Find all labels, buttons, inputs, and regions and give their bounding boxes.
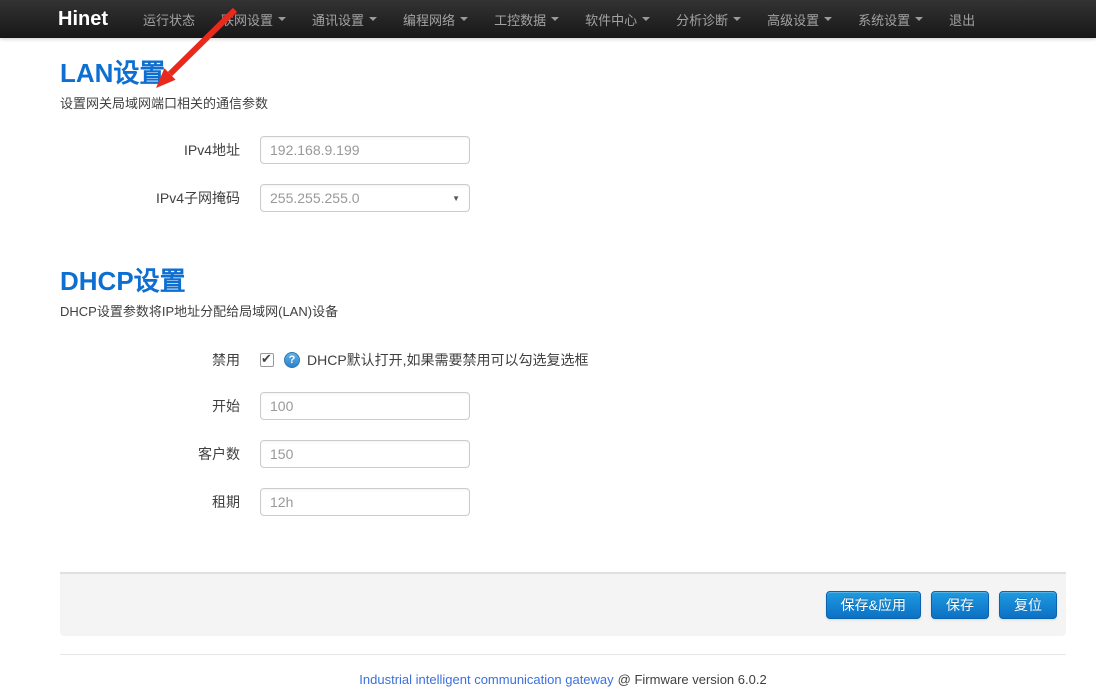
- caret-down-icon: [824, 17, 832, 21]
- dhcp-disable-hint: DHCP默认打开,如果需要禁用可以勾选复选框: [307, 350, 589, 370]
- form-row: IPv4子网掩码 255.255.255.0 ▼: [60, 184, 1066, 212]
- nav-label: 运行状态: [143, 10, 195, 29]
- nav-label: 退出: [949, 10, 975, 29]
- dhcp-disable-checkbox[interactable]: [260, 353, 274, 367]
- dhcp-clients-input[interactable]: [260, 440, 470, 468]
- nav-item-programming-network[interactable]: 编程网络: [390, 0, 481, 38]
- help-icon: ?: [284, 352, 300, 368]
- selected-value: 255.255.255.0: [270, 190, 360, 206]
- dhcp-lease-input[interactable]: [260, 488, 470, 516]
- dhcp-section-subtitle: DHCP设置参数将IP地址分配给局域网(LAN)设备: [60, 301, 1066, 320]
- nav-label: 通讯设置: [312, 10, 364, 29]
- nav-menu: 运行状态 联网设置 通讯设置 编程网络 工控数据 软件中心 分析诊断 高级设置 …: [130, 0, 988, 38]
- dhcp-form: 禁用 ? DHCP默认打开,如果需要禁用可以勾选复选框 开始 客户数 租期: [60, 350, 1066, 516]
- footer-divider: [60, 654, 1066, 655]
- form-row: 禁用 ? DHCP默认打开,如果需要禁用可以勾选复选框: [60, 350, 1066, 370]
- dropdown-arrow-icon: ▼: [452, 194, 460, 203]
- dhcp-disable-label: 禁用: [60, 350, 240, 370]
- form-row: 租期: [60, 488, 1066, 516]
- nav-item-comm-settings[interactable]: 通讯设置: [299, 0, 390, 38]
- nav-label: 联网设置: [221, 10, 273, 29]
- caret-down-icon: [278, 17, 286, 21]
- nav-item-network-settings[interactable]: 联网设置: [208, 0, 299, 38]
- dhcp-section-title: DHCP设置: [60, 266, 1066, 296]
- caret-down-icon: [460, 17, 468, 21]
- page-actions-bar: 保存&应用 保存 复位: [60, 572, 1066, 636]
- nav-label: 系统设置: [858, 10, 910, 29]
- caret-down-icon: [915, 17, 923, 21]
- top-navbar: Hinet 运行状态 联网设置 通讯设置 编程网络 工控数据 软件中心 分析诊断…: [0, 0, 1096, 38]
- reset-button[interactable]: 复位: [999, 591, 1057, 619]
- caret-down-icon: [369, 17, 377, 21]
- main-content: LAN设置 设置网关局域网端口相关的通信参数 IPv4地址 IPv4子网掩码 2…: [60, 38, 1066, 636]
- brand-logo[interactable]: Hinet: [58, 8, 108, 31]
- nav-label: 编程网络: [403, 10, 455, 29]
- lan-section-title: LAN设置: [60, 38, 1066, 88]
- save-apply-button[interactable]: 保存&应用: [826, 591, 921, 619]
- nav-label: 工控数据: [494, 10, 546, 29]
- nav-label: 高级设置: [767, 10, 819, 29]
- nav-item-industrial-data[interactable]: 工控数据: [481, 0, 572, 38]
- footer-firmware-text: @ Firmware version 6.0.2: [618, 672, 767, 687]
- nav-item-system-settings[interactable]: 系统设置: [845, 0, 936, 38]
- form-row: 开始: [60, 392, 1066, 420]
- nav-item-run-status[interactable]: 运行状态: [130, 0, 208, 38]
- ipv4-address-input[interactable]: [260, 136, 470, 164]
- form-row: 客户数: [60, 440, 1066, 468]
- dhcp-start-label: 开始: [60, 396, 240, 416]
- dhcp-clients-label: 客户数: [60, 444, 240, 464]
- ipv4-netmask-select[interactable]: 255.255.255.0 ▼: [260, 184, 470, 212]
- form-row: IPv4地址: [60, 136, 1066, 164]
- save-button[interactable]: 保存: [931, 591, 989, 619]
- lan-form: IPv4地址 IPv4子网掩码 255.255.255.0 ▼: [60, 136, 1066, 212]
- nav-label: 分析诊断: [676, 10, 728, 29]
- ipv4-netmask-label: IPv4子网掩码: [60, 188, 240, 208]
- caret-down-icon: [551, 17, 559, 21]
- caret-down-icon: [733, 17, 741, 21]
- lan-section-subtitle: 设置网关局域网端口相关的通信参数: [60, 93, 1066, 112]
- nav-item-analysis-diagnosis[interactable]: 分析诊断: [663, 0, 754, 38]
- nav-label: 软件中心: [585, 10, 637, 29]
- dhcp-start-input[interactable]: [260, 392, 470, 420]
- dhcp-lease-label: 租期: [60, 492, 240, 512]
- nav-item-advanced-settings[interactable]: 高级设置: [754, 0, 845, 38]
- ipv4-address-label: IPv4地址: [60, 140, 240, 160]
- nav-item-logout[interactable]: 退出: [936, 0, 988, 38]
- nav-item-software-center[interactable]: 软件中心: [572, 0, 663, 38]
- footer-gateway-link[interactable]: Industrial intelligent communication gat…: [359, 672, 613, 687]
- page-footer: Industrial intelligent communication gat…: [60, 672, 1066, 687]
- caret-down-icon: [642, 17, 650, 21]
